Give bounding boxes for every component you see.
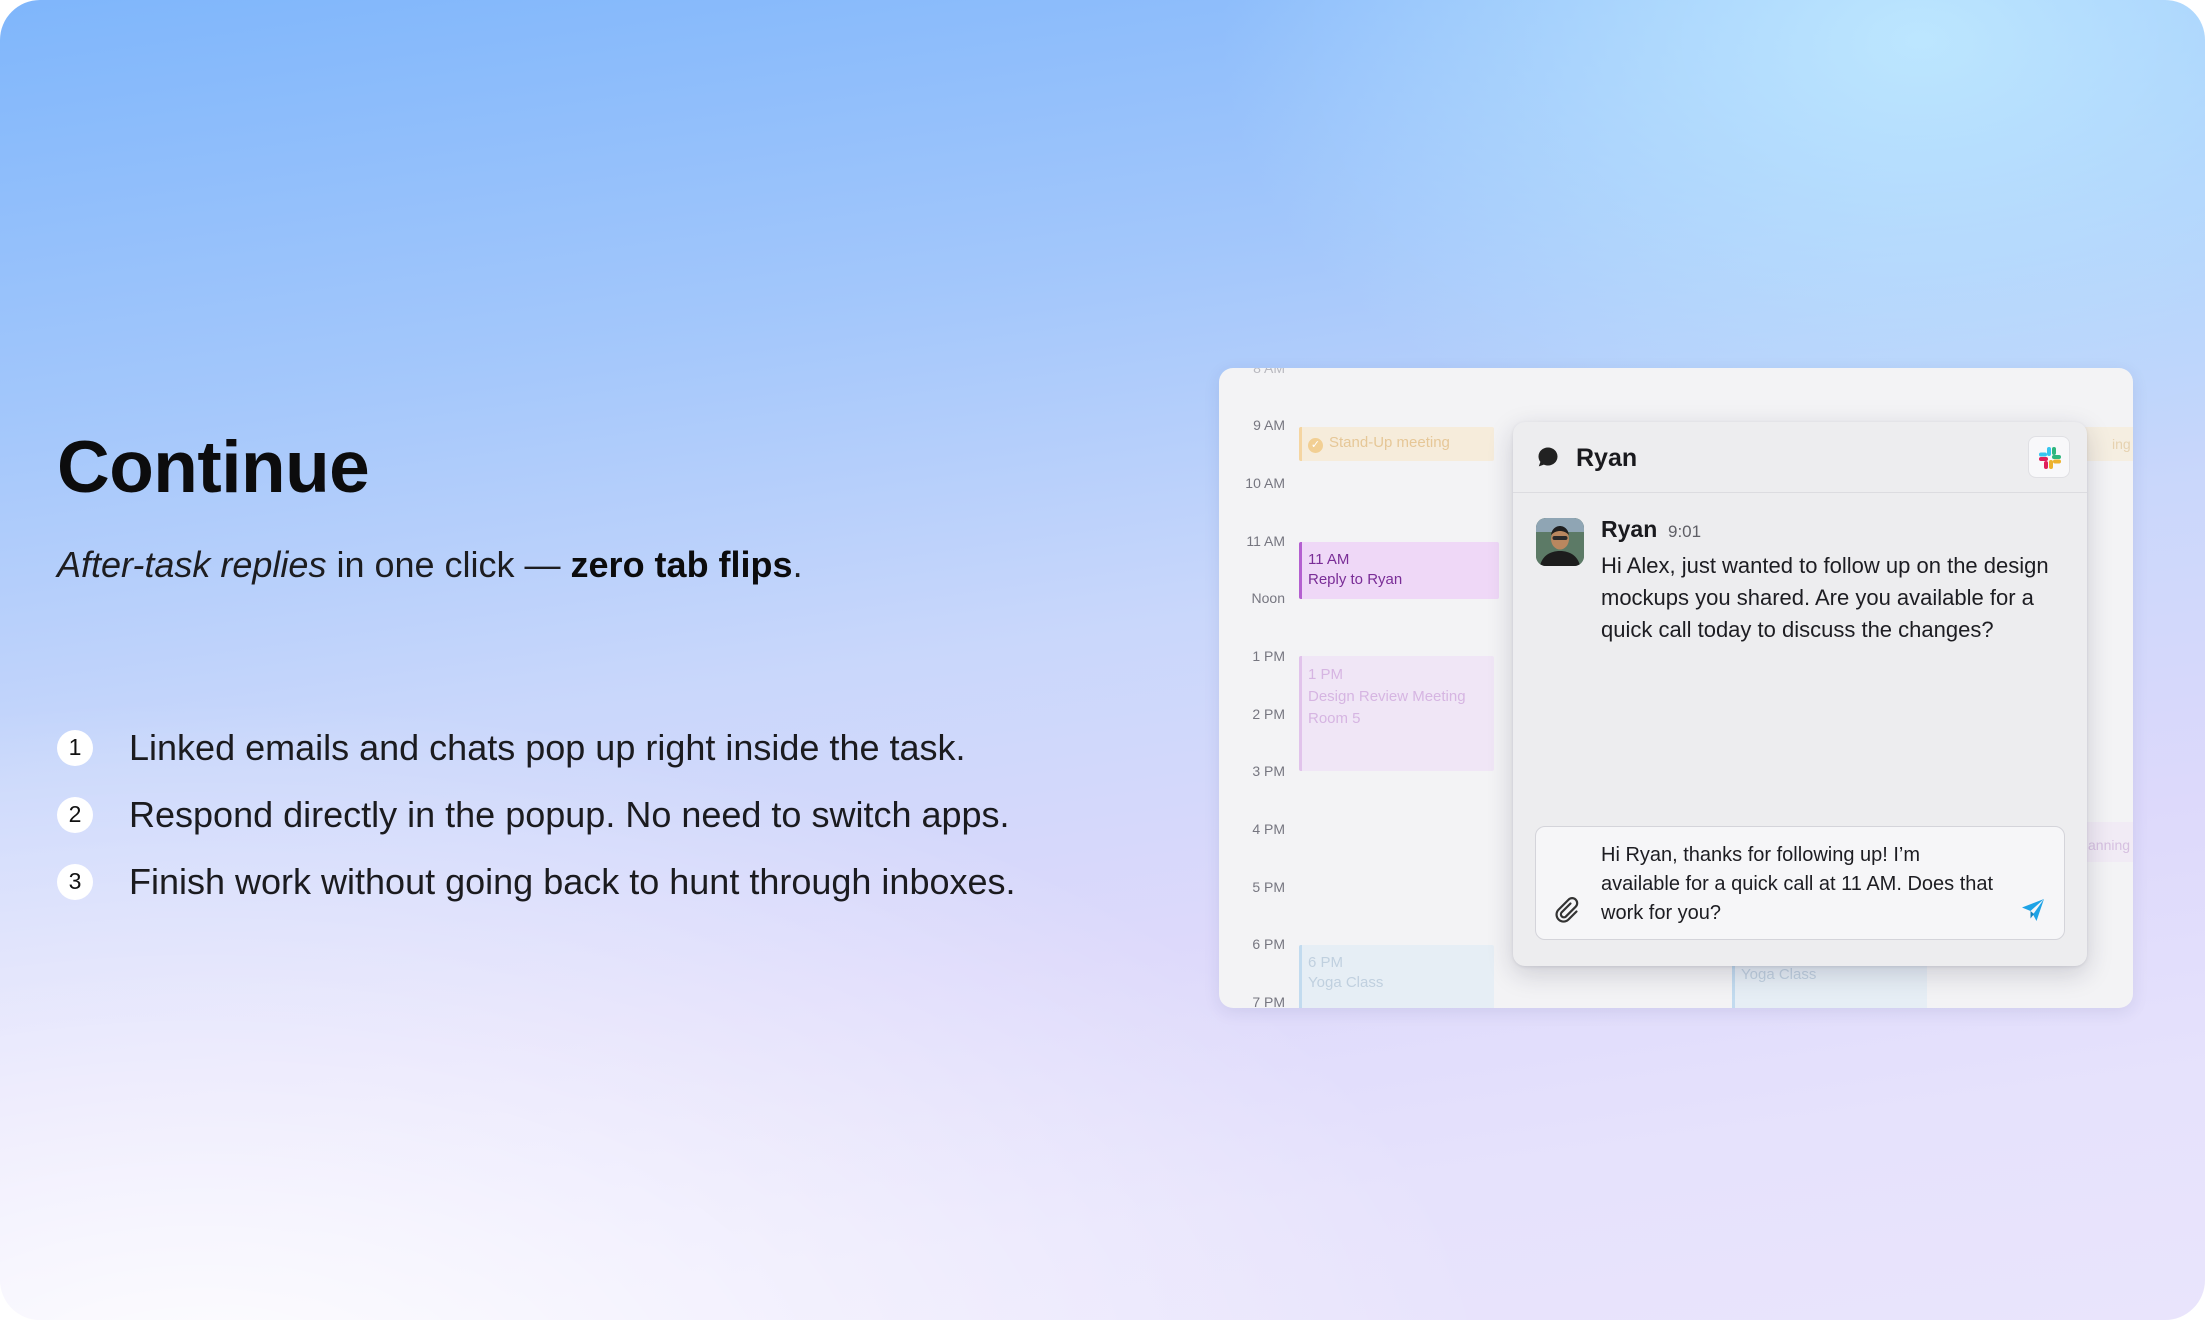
time-label: 1 PM <box>1252 648 1285 664</box>
popup-title: Ryan <box>1576 444 1638 472</box>
hero-stage: Continue After-task replies in one click… <box>0 0 2205 1320</box>
feature-step: 2 Respond directly in the popup. No need… <box>57 781 1016 848</box>
subtitle-italic: After-task replies <box>57 544 327 585</box>
event-title: Stand-Up meeting <box>1329 434 1450 451</box>
event-standup[interactable]: ✓ Stand-Up meeting <box>1299 427 1494 461</box>
event-time: 11 AM <box>1308 551 1350 568</box>
time-label: 10 AM <box>1245 475 1285 491</box>
event-partial[interactable]: ing <box>2079 427 2133 461</box>
event-reply-to-ryan[interactable]: 11 AM Reply to Ryan <box>1299 542 1499 599</box>
message-popup: Ryan Ryan 9:01 Hi Alex, just wanted to f… <box>1513 422 2087 966</box>
check-icon: ✓ <box>1308 438 1323 453</box>
feature-step: 1 Linked emails and chats pop up right i… <box>57 714 1016 781</box>
feature-step: 3 Finish work without going back to hunt… <box>57 848 1016 915</box>
page-title: Continue <box>57 427 370 508</box>
step-number-badge: 2 <box>57 796 93 833</box>
step-text: Linked emails and chats pop up right ins… <box>129 726 966 768</box>
slack-app-button[interactable] <box>2028 436 2070 478</box>
avatar <box>1536 518 1584 566</box>
event-title-fragment: ing <box>2112 436 2131 452</box>
subtitle: After-task replies in one click — zero t… <box>57 544 803 586</box>
slack-icon <box>2039 447 2061 469</box>
event-title: Yoga Class <box>1308 974 1384 991</box>
subtitle-end: . <box>792 544 803 585</box>
time-label: 6 PM <box>1252 936 1285 952</box>
time-label: 9 AM <box>1253 417 1285 433</box>
event-location: Room 5 <box>1308 710 1361 727</box>
popup-header: Ryan <box>1513 422 2087 493</box>
time-label: 7 PM <box>1252 994 1285 1008</box>
time-label: 3 PM <box>1252 763 1285 779</box>
subtitle-bold: zero tab flips <box>570 544 793 585</box>
time-label: 4 PM <box>1252 821 1285 837</box>
time-label: 11 AM <box>1246 533 1285 549</box>
event-title-fragment: anning <box>2088 837 2131 853</box>
send-icon[interactable] <box>2020 897 2046 923</box>
paperclip-icon[interactable] <box>1551 895 1581 925</box>
time-label: 2 PM <box>1252 706 1285 722</box>
reply-input[interactable]: Hi Ryan, thanks for following up! I’m av… <box>1601 841 2001 928</box>
event-partial[interactable]: anning <box>2079 822 2133 862</box>
event-design-review[interactable]: 1 PM Design Review Meeting Room 5 <box>1299 656 1494 771</box>
step-number-badge: 3 <box>57 863 93 900</box>
chat-bubble-icon <box>1538 447 1558 467</box>
time-label: 5 PM <box>1252 879 1285 895</box>
step-text: Finish work without going back to hunt t… <box>129 860 1016 902</box>
event-time: 1 PM <box>1308 666 1344 683</box>
event-yoga-class[interactable]: 6 PM Yoga Class <box>1299 945 1494 1008</box>
step-number-badge: 1 <box>57 729 93 766</box>
time-label: Noon <box>1251 590 1285 606</box>
message-text: Hi Alex, just wanted to follow up on the… <box>1601 553 2049 642</box>
message-timestamp: 9:01 <box>1668 522 1702 541</box>
feature-steps-list: 1 Linked emails and chats pop up right i… <box>57 714 1016 915</box>
event-title: Reply to Ryan <box>1308 571 1403 588</box>
calendar-app-window: 8 AM 9 AM 10 AM 11 AM Noon 1 PM 2 PM 3 P… <box>1219 368 2133 1008</box>
step-text: Respond directly in the popup. No need t… <box>129 793 1010 835</box>
time-label: 8 AM <box>1253 368 1285 376</box>
message-sender: Ryan <box>1601 516 1658 542</box>
event-title: Design Review Meeting <box>1308 688 1466 705</box>
reply-composer[interactable]: Hi Ryan, thanks for following up! I’m av… <box>1535 826 2065 940</box>
event-time: 6 PM <box>1308 954 1344 971</box>
subtitle-middle: in one click — <box>326 544 571 585</box>
